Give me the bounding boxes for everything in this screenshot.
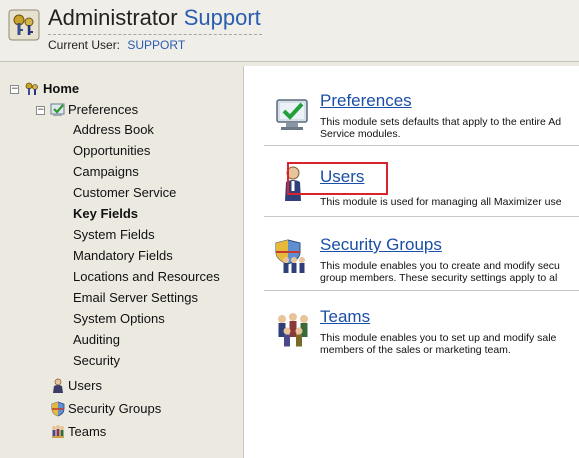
module-preferences-desc-1: This module sets defaults that apply to …	[320, 116, 562, 128]
title-divider	[48, 34, 262, 35]
users-highlight-box	[287, 162, 388, 195]
module-divider	[264, 216, 579, 217]
monitor-check-icon	[276, 99, 308, 130]
user-icon	[53, 378, 63, 393]
preferences-expander[interactable]: −	[36, 106, 45, 115]
module-teams-link[interactable]: Teams	[320, 307, 370, 327]
module-preferences-desc-2: Service modules.	[320, 128, 401, 140]
sidebar-item-users[interactable]: Users	[68, 378, 102, 393]
admin-keys-icon	[8, 9, 40, 41]
module-security-groups-link[interactable]: Security Groups	[320, 235, 442, 255]
module-preferences-link[interactable]: Preferences	[320, 91, 412, 111]
sidebar-item-mandatory-fields[interactable]: Mandatory Fields	[73, 248, 173, 263]
sidebar-item-email-server[interactable]: Email Server Settings	[73, 290, 198, 305]
module-divider	[264, 145, 579, 146]
teams-icon	[52, 425, 64, 438]
sidebar-item-security[interactable]: Security	[73, 353, 120, 368]
title-accent: Support	[183, 5, 261, 30]
shield-group-icon	[275, 239, 305, 273]
preferences-check-icon	[50, 103, 65, 116]
sidebar-item-auditing[interactable]: Auditing	[73, 332, 120, 347]
sidebar-item-teams[interactable]: Teams	[68, 424, 106, 439]
security-shield-icon	[51, 401, 65, 417]
module-security-groups-desc-1: This module enables you to create and mo…	[320, 260, 560, 272]
module-divider	[264, 290, 579, 291]
current-user: Current User: SUPPORT	[48, 38, 185, 52]
sidebar-item-customer-service[interactable]: Customer Service	[73, 185, 176, 200]
current-user-value: SUPPORT	[127, 38, 186, 52]
page-title: Administrator Support	[48, 5, 261, 31]
team-icon	[278, 313, 308, 347]
main-content: Preferences This module sets defaults th…	[243, 66, 579, 458]
sidebar-item-security-groups[interactable]: Security Groups	[68, 401, 161, 416]
sidebar-item-address-book[interactable]: Address Book	[73, 122, 154, 137]
module-teams-desc-2: members of the sales or marketing team.	[320, 344, 511, 356]
module-users-desc-1: This module is used for managing all Max…	[320, 196, 562, 208]
sidebar-item-locations-resources[interactable]: Locations and Resources	[73, 269, 220, 284]
current-user-label: Current User:	[48, 38, 121, 52]
sidebar-item-system-fields[interactable]: System Fields	[73, 227, 155, 242]
header: Administrator Support Current User: SUPP…	[0, 0, 579, 62]
title-main: Administrator	[48, 5, 178, 30]
module-teams-desc-1: This module enables you to set up and mo…	[320, 332, 557, 344]
sidebar-item-key-fields[interactable]: Key Fields	[73, 206, 138, 221]
home-expander[interactable]: −	[10, 85, 19, 94]
module-security-groups-desc-2: group members. These security settings a…	[320, 272, 558, 284]
sidebar-tree: − Home − Preferences Address Book Opport…	[0, 66, 243, 458]
sidebar-item-opportunities[interactable]: Opportunities	[73, 143, 150, 158]
sidebar-item-preferences[interactable]: Preferences	[68, 102, 138, 117]
sidebar-item-campaigns[interactable]: Campaigns	[73, 164, 139, 179]
home-keys-icon	[25, 82, 38, 95]
sidebar-item-system-options[interactable]: System Options	[73, 311, 165, 326]
sidebar-item-home[interactable]: Home	[43, 81, 79, 96]
